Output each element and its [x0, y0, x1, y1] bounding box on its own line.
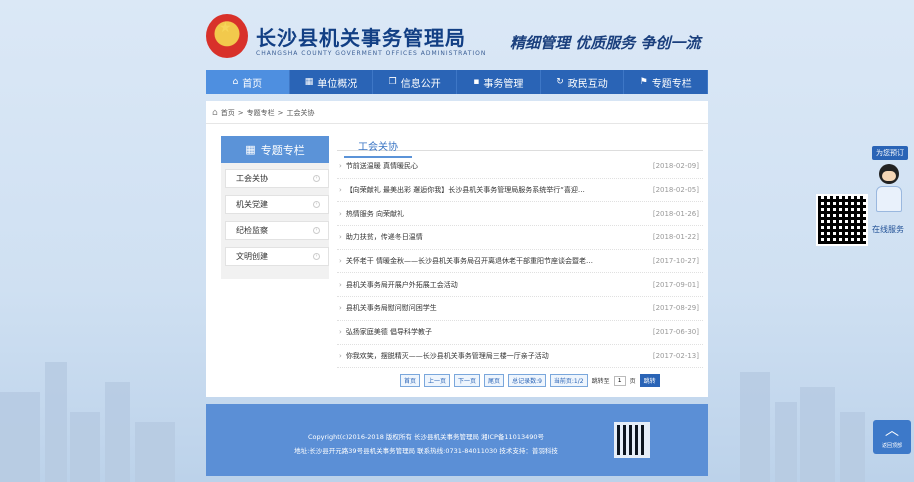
- content-title: 工会关协: [344, 138, 412, 158]
- sidebar-header: ▦ 专题专栏: [221, 136, 329, 163]
- arrow-icon: ›: [339, 257, 342, 266]
- content-header: 工会关协: [337, 136, 703, 158]
- nav-item-interaction[interactable]: ↻ 政民互动: [541, 70, 625, 94]
- chevron-right-icon: ›: [313, 201, 320, 208]
- nav-item-overview[interactable]: ▦ 单位概况: [290, 70, 374, 94]
- sidebar: ▦ 专题专栏 工会关协 › 机关党建 › 纪检监察 › 文明创建 ›: [221, 136, 329, 279]
- chevron-right-icon: ›: [313, 175, 320, 182]
- page-number-input[interactable]: [613, 375, 626, 386]
- national-emblem-logo: [206, 14, 248, 58]
- sidebar-item-discipline[interactable]: 纪检监察 ›: [225, 221, 329, 240]
- nav-item-affairs[interactable]: ▪ 事务管理: [457, 70, 541, 94]
- book-icon: ❐: [388, 77, 397, 87]
- list-item[interactable]: › 【向荣献礼 最美出彩 邂逅你我】长沙县机关事务管理局服务系统举行“喜迎… [20…: [337, 179, 703, 203]
- list-item[interactable]: › 弘扬家庭美德 倡导科学教子 [2017-06-30]: [337, 321, 703, 345]
- content-area: 工会关协 › 节前送温暖 真情暖民心 [2018-02-09] › 【向荣献礼 最美出…: [337, 136, 703, 369]
- breadcrumb-topics[interactable]: 专题专栏: [247, 108, 275, 118]
- total-records: 总记录数:9: [508, 374, 546, 387]
- sidebar-item-civilization[interactable]: 文明创建 ›: [225, 247, 329, 266]
- grid-icon: ▪: [473, 77, 480, 87]
- qr-code-icon: [614, 422, 650, 458]
- arrow-icon: ›: [339, 328, 342, 337]
- arrow-icon: ›: [339, 233, 342, 242]
- arrow-icon: ›: [339, 280, 342, 289]
- first-page-button[interactable]: 首页: [400, 374, 421, 387]
- site-subtitle: CHANGSHA COUNTY GOVERMENT OFFICES ADMINI…: [256, 50, 487, 57]
- list-item[interactable]: › 热情服务 向荣献礼 [2018-01-26]: [337, 202, 703, 227]
- list-item[interactable]: › 县机关事务局开展户外拓展工会活动 [2017-09-01]: [337, 273, 703, 298]
- sidebar-item-union[interactable]: 工会关协 ›: [225, 169, 329, 188]
- site-footer: Copyright(c)2016-2018 版权所有 长沙县机关事务管理局 湘I…: [206, 404, 708, 476]
- divider: [206, 123, 708, 124]
- flag-icon: ⚑: [639, 77, 648, 87]
- online-service-widget[interactable]: 为您预订 在线服务: [816, 146, 914, 246]
- nav-item-home[interactable]: ⌂ 首页: [206, 70, 290, 94]
- list-item[interactable]: › 关怀老干 情暖金秋——长沙县机关事务局召开离退休老干部重阳节座谈会暨老… [20…: [337, 250, 703, 274]
- main-nav: ⌂ 首页 ▦ 单位概况 ❐ 信息公开 ▪ 事务管理 ↻ 政民互动 ⚑ 专题专栏: [206, 70, 709, 94]
- nav-item-topics[interactable]: ⚑ 专题专栏: [624, 70, 709, 94]
- refresh-icon: ↻: [556, 77, 564, 87]
- arrow-icon: ›: [339, 209, 342, 218]
- home-icon: ⌂: [232, 77, 239, 87]
- current-page: 当前页:1/2: [549, 374, 588, 387]
- grid-icon: ▦: [245, 143, 256, 156]
- list-item[interactable]: › 县机关事务局慰问慰问困学生 [2017-08-29]: [337, 297, 703, 321]
- service-tag[interactable]: 为您预订: [872, 146, 908, 160]
- goto-label: 跳转至: [591, 378, 610, 385]
- footer-copyright: Copyright(c)2016-2018 版权所有 长沙县机关事务管理局 湘I…: [308, 433, 544, 441]
- home-icon: ⌂: [212, 108, 218, 118]
- list-item[interactable]: › 你我欢笑，摆脱精灭——长沙县机关事务管理局三楼一厅亲子活动 [2017-02-1…: [337, 345, 703, 369]
- nav-item-info[interactable]: ❐ 信息公开: [373, 70, 458, 94]
- chevron-up-icon: ︿: [885, 423, 899, 439]
- arrow-icon: ›: [339, 186, 342, 195]
- breadcrumb: ⌂ 首页 > 专题专栏 > 工会关协: [212, 108, 315, 118]
- list-item[interactable]: › 助力扶贫，传递冬日温情 [2018-01-22]: [337, 226, 703, 250]
- prev-page-button[interactable]: 上一页: [424, 374, 451, 387]
- chevron-right-icon: ›: [313, 227, 320, 234]
- next-page-button[interactable]: 下一页: [454, 374, 481, 387]
- go-button[interactable]: 跳转: [639, 374, 660, 387]
- service-label[interactable]: 在线服务: [872, 224, 904, 235]
- arrow-icon: ›: [339, 162, 342, 171]
- site-header: 长沙县机关事务管理局 CHANGSHA COUNTY GOVERMENT OFF…: [206, 12, 708, 68]
- arrow-icon: ›: [339, 304, 342, 313]
- sidebar-list: 工会关协 › 机关党建 › 纪检监察 › 文明创建 ›: [221, 163, 329, 279]
- list-item[interactable]: › 节前送温暖 真情暖民心 [2018-02-09]: [337, 155, 703, 179]
- qr-code-icon: [816, 194, 868, 246]
- last-page-button[interactable]: 尾页: [484, 374, 505, 387]
- sidebar-item-party[interactable]: 机关党建 ›: [225, 195, 329, 214]
- site-slogan: 精细管理 优质服务 争创一流: [510, 34, 701, 52]
- building-icon: ▦: [304, 77, 314, 87]
- customer-service-avatar-icon: [872, 162, 906, 220]
- back-to-top-button[interactable]: ︿ 返回顶部: [873, 420, 911, 454]
- breadcrumb-home[interactable]: 首页: [221, 108, 235, 118]
- page-unit: 页: [629, 378, 636, 385]
- pagination: 首页 上一页 下一页 尾页 总记录数:9 当前页:1/2 跳转至 页 跳转: [400, 374, 660, 387]
- footer-address: 地址:长沙县开元路39号县机关事务管理局 联系热线:0731-84011030 …: [294, 447, 558, 455]
- main-panel: ⌂ 首页 > 专题专栏 > 工会关协 ▦ 专题专栏 工会关协 › 机关党建 › 纪检…: [206, 101, 708, 397]
- article-list: › 节前送温暖 真情暖民心 [2018-02-09] › 【向荣献礼 最美出彩 邂逅你…: [337, 155, 703, 369]
- arrow-icon: ›: [339, 351, 342, 360]
- chevron-right-icon: ›: [313, 253, 320, 260]
- breadcrumb-current[interactable]: 工会关协: [286, 108, 314, 118]
- site-title: 长沙县机关事务管理局: [256, 26, 466, 50]
